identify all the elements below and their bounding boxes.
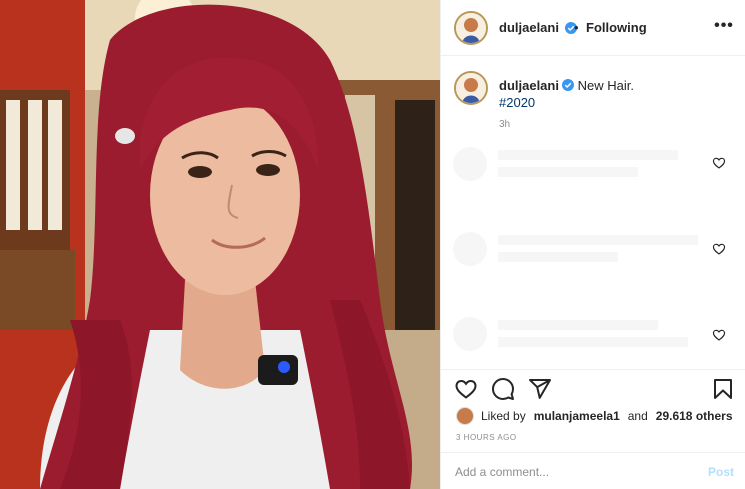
post-caption: duljaelani New Hair. #2020 — [499, 77, 734, 111]
hashtag-link[interactable]: #2020 — [499, 94, 734, 111]
caption-text: New Hair. — [577, 78, 634, 93]
comment-like-heart-icon[interactable] — [712, 328, 726, 342]
blurred-comment — [453, 142, 708, 212]
post-date[interactable]: 3 HOURS AGO — [456, 433, 517, 442]
likes-summary: Liked by mulanjameela1 and 29.618 others — [456, 406, 733, 426]
liked-by-prefix: Liked by — [481, 409, 526, 423]
blurred-comment — [453, 227, 708, 297]
post-header: duljaelani • Following ••• — [441, 0, 745, 56]
liked-by-and: and — [627, 409, 648, 423]
likes-count-link[interactable]: 29.618 others — [656, 409, 733, 423]
post-photo[interactable] — [0, 0, 440, 489]
post-side-panel: duljaelani • Following ••• duljaelani Ne… — [440, 0, 745, 489]
bullet-separator: • — [574, 20, 579, 35]
comment-like-heart-icon[interactable] — [712, 156, 726, 170]
verified-badge-icon — [561, 79, 574, 91]
more-options-icon[interactable]: ••• — [714, 16, 734, 36]
liker-avatar[interactable] — [456, 407, 474, 425]
selfie-image — [0, 0, 440, 489]
avatar-image — [456, 13, 486, 43]
paper-plane-icon[interactable] — [528, 377, 552, 401]
comment-like-heart-icon[interactable] — [712, 242, 726, 256]
caption-username[interactable]: duljaelani — [499, 78, 559, 93]
following-button[interactable]: Following — [586, 20, 647, 35]
bookmark-icon[interactable] — [711, 377, 735, 401]
avatar-image — [456, 73, 486, 103]
comments-area: duljaelani New Hair. #2020 3h — [441, 57, 745, 369]
author-username[interactable]: duljaelani — [499, 20, 559, 35]
caption-timestamp: 3h — [499, 119, 511, 130]
author-avatar[interactable] — [454, 11, 488, 45]
caption-author-avatar[interactable] — [454, 71, 488, 105]
comment-bubble-icon[interactable] — [491, 377, 515, 401]
post-comment-button[interactable]: Post — [708, 465, 734, 479]
heart-icon[interactable] — [454, 377, 478, 401]
post-action-bar — [441, 369, 745, 405]
add-comment-form: Post — [441, 452, 745, 489]
comment-input[interactable] — [455, 463, 685, 481]
liked-by-user-link[interactable]: mulanjameela1 — [534, 409, 620, 423]
